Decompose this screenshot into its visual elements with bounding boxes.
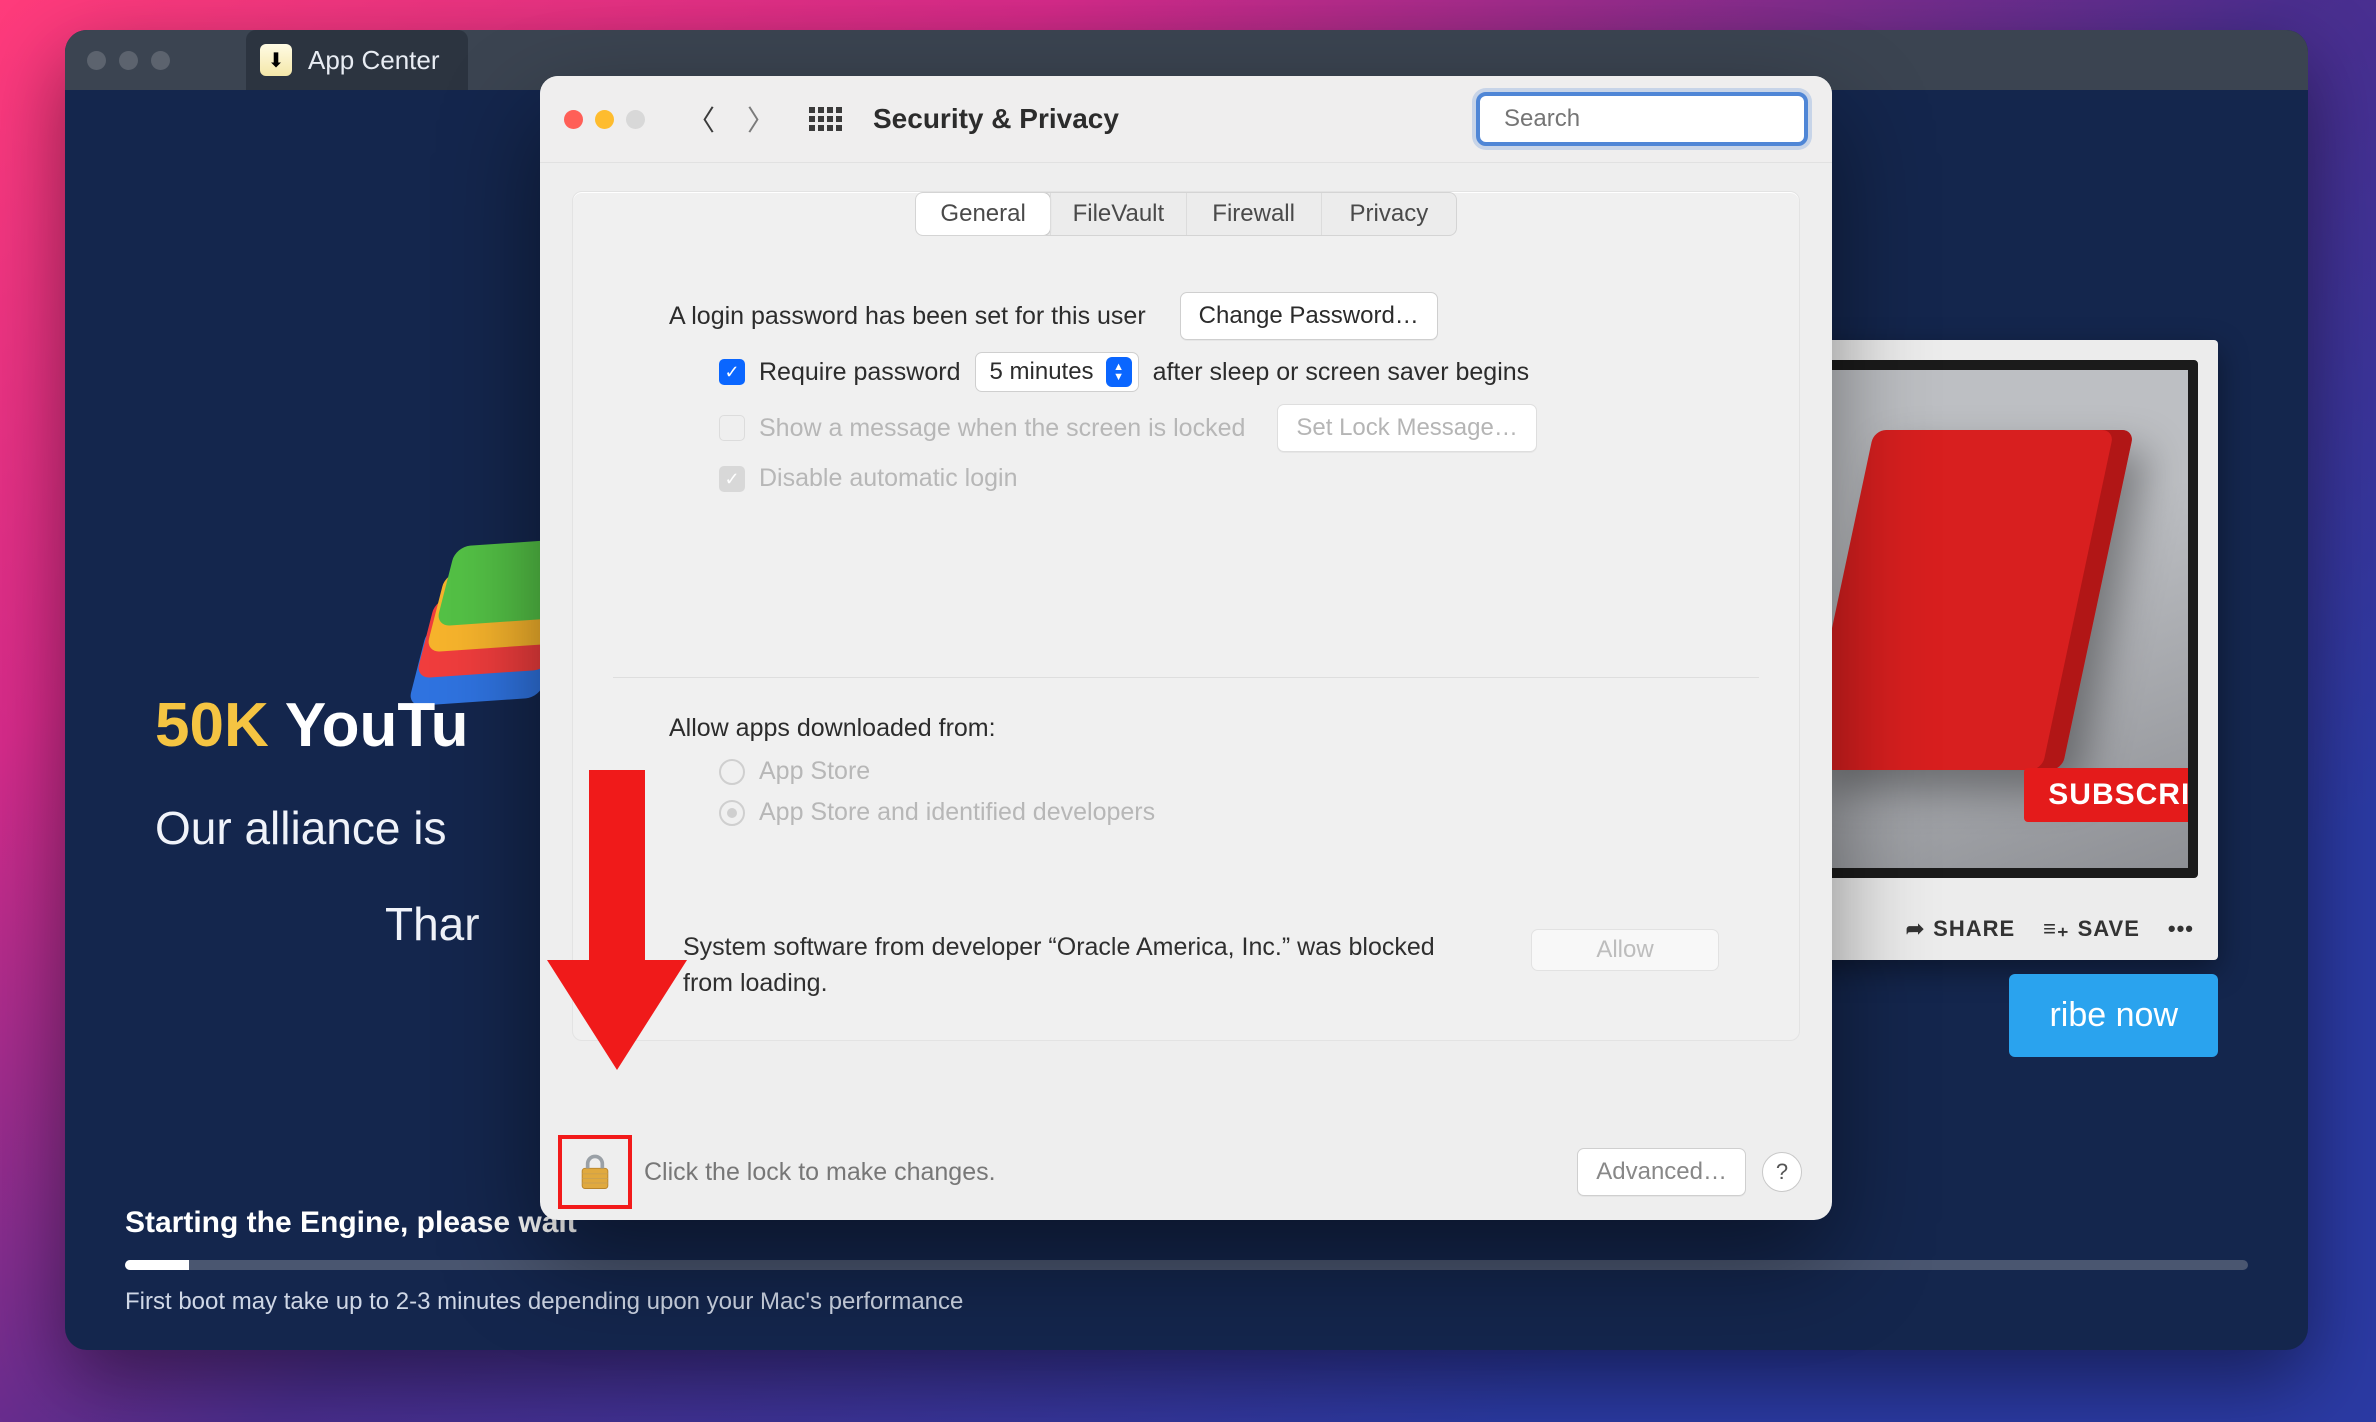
traffic-dot-icon (119, 51, 138, 70)
prefs-inner-panel: General FileVault Firewall Privacy A log… (572, 191, 1800, 1041)
system-preferences-window: 〈 〉 Security & Privacy General FileVault… (540, 76, 1832, 1220)
prefs-toolbar: 〈 〉 Security & Privacy (540, 76, 1832, 163)
more-button[interactable]: ••• (2168, 916, 2194, 942)
more-icon: ••• (2168, 916, 2194, 942)
show-lock-message-checkbox (719, 415, 745, 441)
boot-hint-text: First boot may take up to 2-3 minutes de… (125, 1288, 963, 1316)
stepper-arrows-icon: ▲▼ (1106, 357, 1132, 387)
prefs-tab-bar: General FileVault Firewall Privacy (915, 192, 1457, 236)
require-password-delay-select[interactable]: 5 minutes ▲▼ (975, 352, 1139, 392)
tab-filevault[interactable]: FileVault (1050, 193, 1185, 235)
blocked-software-text: System software from developer “Oracle A… (683, 929, 1483, 1002)
app-center-tab-icon: ⬇︎ (260, 44, 292, 76)
show-all-button[interactable] (805, 99, 845, 139)
save-button[interactable]: ≡₊ SAVE (2043, 916, 2140, 942)
back-button[interactable]: 〈 (681, 99, 721, 139)
heading-rest: YouTu (269, 691, 469, 760)
prefs-window-title: Security & Privacy (873, 103, 1119, 135)
background-tab[interactable]: ⬇︎ App Center (246, 30, 468, 90)
allow-apps-identified-radio (719, 800, 745, 826)
save-label: SAVE (2078, 916, 2140, 942)
section-divider (613, 677, 1759, 678)
disable-auto-login-checkbox (719, 466, 745, 492)
share-label: SHARE (1933, 916, 2015, 942)
tab-privacy[interactable]: Privacy (1321, 193, 1456, 235)
login-password-set-text: A login password has been set for this u… (669, 302, 1146, 331)
traffic-dot-icon (151, 51, 170, 70)
share-button[interactable]: ➦ SHARE (1906, 916, 2015, 942)
tab-firewall[interactable]: Firewall (1186, 193, 1321, 235)
minimize-window-icon[interactable] (595, 110, 614, 129)
zoom-window-icon[interactable] (626, 110, 645, 129)
tab-general[interactable]: General (915, 192, 1051, 236)
require-password-checkbox[interactable] (719, 359, 745, 385)
subscribe-now-button[interactable]: ribe now (2009, 974, 2218, 1057)
login-password-section: A login password has been set for this u… (573, 260, 1799, 515)
allow-apps-appstore-radio (719, 759, 745, 785)
subheading-2: Thar (385, 897, 480, 951)
prefs-body: General FileVault Firewall Privacy A log… (540, 163, 1832, 1124)
prefs-search-input[interactable] (1502, 104, 1816, 134)
background-heading: 50K YouTu Our alliance is Thar (155, 690, 480, 951)
advanced-button[interactable]: Advanced… (1577, 1148, 1746, 1196)
allow-apps-title: Allow apps downloaded from: (669, 714, 1689, 743)
lock-icon[interactable] (573, 1150, 617, 1194)
playlist-add-icon: ≡₊ (2043, 916, 2069, 942)
subscribe-badge: SUBSCRIBE (2024, 768, 2198, 822)
blocked-software-row: System software from developer “Oracle A… (573, 899, 1799, 1010)
allow-apps-identified-label: App Store and identified developers (759, 798, 1155, 827)
require-password-delay-value: 5 minutes (990, 358, 1094, 386)
heading-gold: 50K (155, 691, 269, 760)
lock-hint-text: Click the lock to make changes. (644, 1158, 996, 1187)
prefs-search-field[interactable] (1476, 92, 1808, 146)
background-traffic-lights (87, 51, 170, 70)
big-k-graphic-icon (1802, 430, 2134, 770)
change-password-button[interactable]: Change Password… (1180, 292, 1438, 340)
prefs-footer: Click the lock to make changes. Advanced… (540, 1124, 1832, 1220)
allow-button: Allow (1531, 929, 1719, 971)
window-traffic-lights (564, 110, 645, 129)
share-icon: ➦ (1906, 916, 1925, 942)
help-button[interactable]: ? (1762, 1152, 1802, 1192)
boot-progress-bar (125, 1260, 2248, 1270)
subheading-1: Our alliance is (155, 801, 480, 855)
require-password-label: Require password (759, 358, 961, 387)
engine-status-text: Starting the Engine, please wait (125, 1206, 577, 1240)
set-lock-message-button: Set Lock Message… (1277, 404, 1536, 452)
help-icon: ? (1776, 1159, 1788, 1185)
close-window-icon[interactable] (564, 110, 583, 129)
lock-outline-annotation (558, 1135, 632, 1209)
chevron-right-icon: 〉 (747, 99, 775, 139)
show-lock-message-label: Show a message when the screen is locked (759, 414, 1245, 443)
require-password-after-text: after sleep or screen saver begins (1153, 358, 1530, 387)
chevron-left-icon: 〈 (687, 99, 715, 139)
traffic-dot-icon (87, 51, 106, 70)
allow-apps-appstore-label: App Store (759, 757, 870, 786)
app-center-tab-label: App Center (308, 45, 440, 76)
allow-apps-section: Allow apps downloaded from: App Store Ap… (573, 710, 1799, 849)
forward-button[interactable]: 〉 (741, 99, 781, 139)
disable-auto-login-label: Disable automatic login (759, 464, 1017, 493)
